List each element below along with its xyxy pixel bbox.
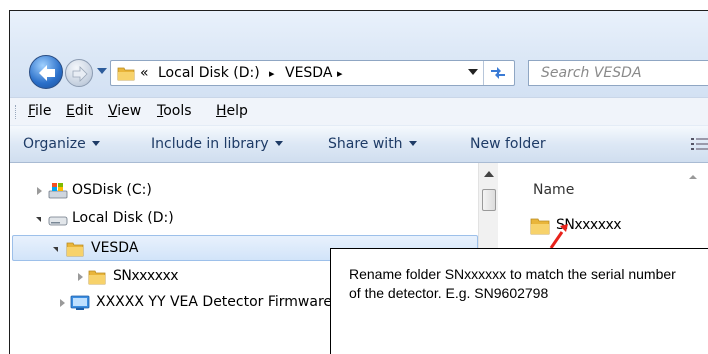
sort-ascending-icon: [689, 175, 697, 179]
os-drive-icon: [48, 183, 68, 199]
column-header-name[interactable]: Name: [533, 182, 574, 198]
annotation-callout: Rename folder SNxxxxxx to match the seri…: [330, 248, 708, 354]
collapse-arrow-icon[interactable]: [53, 247, 58, 252]
search-input[interactable]: Search VESDA: [528, 60, 708, 86]
folder-icon: [530, 218, 550, 235]
tree-item-osdisk[interactable]: OSDisk (C:): [10, 179, 470, 203]
recent-pages-dropdown[interactable]: [97, 68, 107, 74]
back-button[interactable]: [29, 55, 63, 89]
collapse-arrow-icon[interactable]: [36, 217, 41, 222]
arrow-left-icon: [39, 65, 55, 81]
expand-arrow-icon[interactable]: [60, 299, 65, 307]
breadcrumb-vesda[interactable]: VESDA: [285, 65, 332, 81]
menu-view[interactable]: View: [108, 103, 141, 119]
view-options-icon[interactable]: [690, 136, 708, 152]
tree-item-local-disk[interactable]: Local Disk (D:): [10, 207, 470, 231]
breadcrumb-separator[interactable]: ▸: [337, 67, 343, 80]
organize-button[interactable]: Organize: [23, 136, 100, 152]
include-in-library-button[interactable]: Include in library: [151, 136, 283, 152]
arrow-right-icon: [72, 66, 88, 82]
scroll-thumb[interactable]: [482, 189, 496, 211]
folder-icon: [88, 270, 106, 285]
breadcrumb-local-disk[interactable]: Local Disk (D:): [158, 65, 260, 81]
folder-icon: [117, 67, 135, 81]
forward-button[interactable]: [65, 59, 93, 87]
chevron-down-icon: [91, 141, 100, 146]
command-bar: Organize Include in library Share with N…: [10, 125, 708, 163]
breadcrumb-separator[interactable]: ▸: [269, 67, 275, 80]
menu-file[interactable]: File: [28, 103, 51, 119]
address-strip: « Local Disk (D:) ▸ VESDA ▸ Search VESDA: [10, 11, 708, 97]
scroll-up-arrow-icon[interactable]: [484, 171, 494, 177]
search-placeholder: Search VESDA: [541, 65, 642, 81]
new-folder-button[interactable]: New folder: [470, 136, 546, 152]
menu-tools[interactable]: Tools: [157, 103, 192, 119]
menu-bar: File Edit View Tools Help: [10, 97, 708, 125]
share-with-button[interactable]: Share with: [328, 136, 417, 152]
refresh-icon: [491, 67, 505, 79]
hard-drive-icon: [48, 216, 68, 226]
expand-arrow-icon[interactable]: [78, 273, 83, 281]
address-history-dropdown[interactable]: [468, 69, 478, 75]
chevron-down-icon: [408, 141, 417, 146]
address-box[interactable]: « Local Disk (D:) ▸ VESDA ▸: [110, 60, 515, 86]
chevron-down-icon: [274, 141, 283, 146]
menu-grip: [15, 105, 18, 119]
refresh-button[interactable]: [483, 61, 511, 85]
expand-arrow-icon[interactable]: [37, 187, 42, 195]
callout-text: Rename folder SNxxxxxx to match the seri…: [349, 266, 676, 301]
menu-help[interactable]: Help: [216, 103, 248, 119]
menu-edit[interactable]: Edit: [66, 103, 93, 119]
device-icon: [70, 295, 90, 310]
address-overflow[interactable]: «: [140, 65, 149, 81]
folder-icon: [66, 242, 84, 257]
